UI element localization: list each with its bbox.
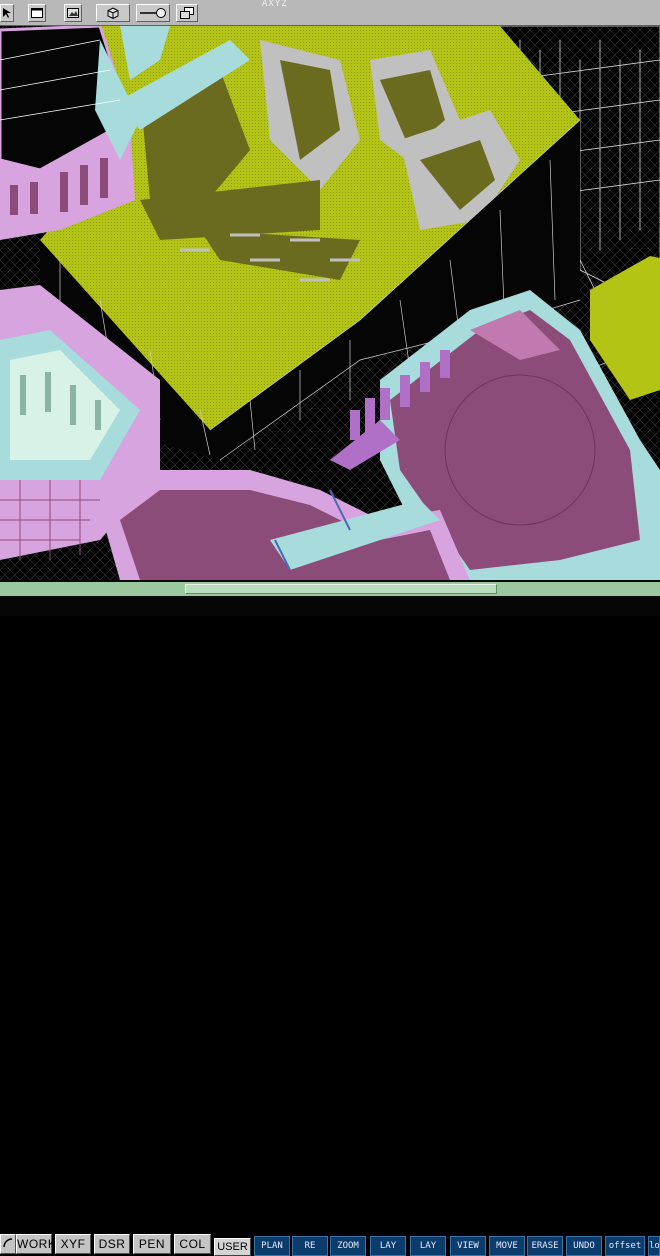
tool-window-button[interactable] [28, 4, 46, 22]
tab-pen[interactable]: PEN [133, 1234, 171, 1254]
scrollbar-thumb[interactable] [185, 584, 497, 594]
cmd-zoom[interactable]: ZOOM [330, 1236, 366, 1256]
horizontal-scrollbar[interactable] [0, 580, 660, 598]
status-strip [0, 598, 660, 616]
cmd-lay-2[interactable]: LAY [410, 1236, 446, 1256]
slider-line-icon [140, 8, 166, 18]
model-viewport[interactable] [0, 26, 660, 580]
cursor-icon [3, 8, 11, 18]
window-icon [31, 8, 43, 18]
window-title: AXYZ [262, 0, 288, 8]
tool-cursor-button[interactable] [0, 4, 14, 22]
tab-work[interactable]: WORK [16, 1234, 56, 1254]
tool-cube-button[interactable] [96, 4, 130, 22]
cmd-erase[interactable]: ERASE [527, 1236, 563, 1256]
toolbar: AXYZ [0, 0, 660, 26]
cmd-offset[interactable]: offset [605, 1236, 645, 1256]
tool-stack-button[interactable] [176, 4, 198, 22]
cube-icon [107, 7, 119, 19]
command-bar: WORK XYF DSR PEN COL USER PLAN RE ZOOM L… [0, 616, 660, 1256]
tab-corner-icon[interactable] [0, 1234, 16, 1254]
tab-col[interactable]: COL [174, 1234, 211, 1254]
stack-windows-icon [180, 7, 194, 19]
tab-dsr[interactable]: DSR [94, 1234, 130, 1254]
cmd-lo[interactable]: lo [648, 1236, 660, 1256]
cmd-move[interactable]: MOVE [489, 1236, 525, 1256]
architecture-render [0, 26, 660, 580]
cmd-plan[interactable]: PLAN [254, 1236, 290, 1256]
cmd-view[interactable]: VIEW [450, 1236, 486, 1256]
tool-slider-button[interactable] [136, 4, 170, 22]
user-button[interactable]: USER [214, 1238, 251, 1256]
cmd-undo[interactable]: UNDO [566, 1236, 602, 1256]
image-icon [67, 8, 79, 18]
tool-image-button[interactable] [64, 4, 82, 22]
tab-xyf[interactable]: XYF [55, 1234, 91, 1254]
cmd-lay-1[interactable]: LAY [370, 1236, 406, 1256]
cmd-re[interactable]: RE [292, 1236, 328, 1256]
